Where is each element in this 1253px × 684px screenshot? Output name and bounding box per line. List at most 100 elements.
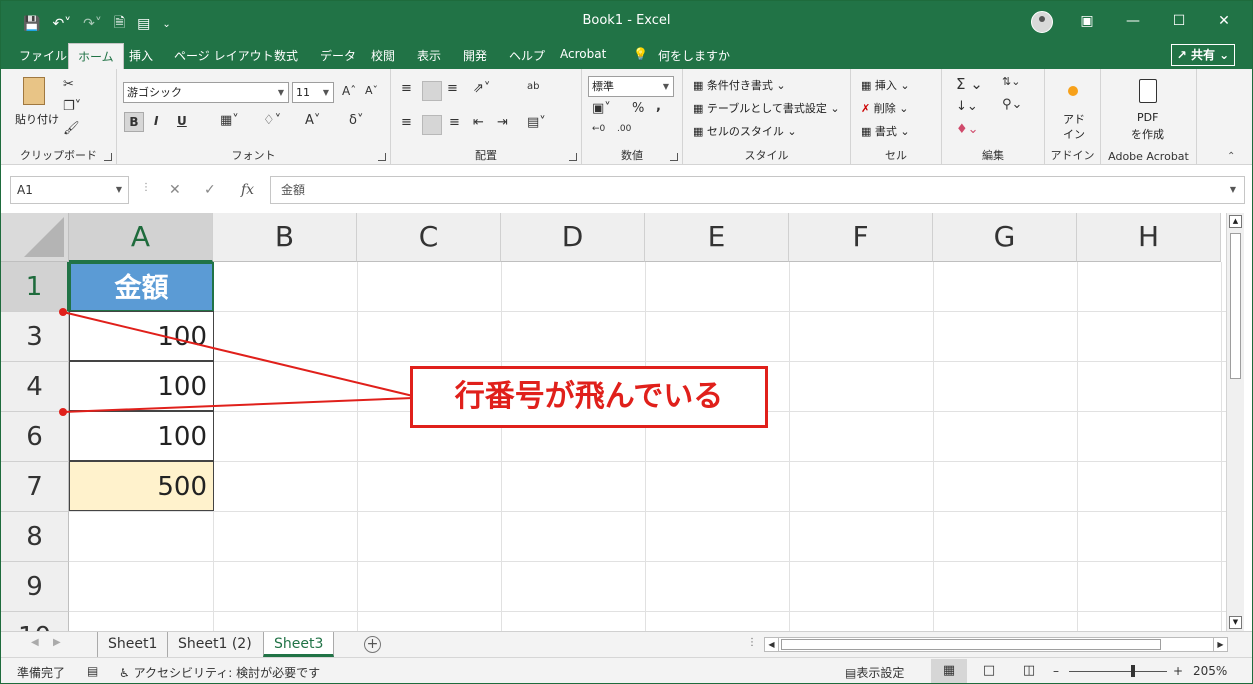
insert-cells-button[interactable]: ▦ 挿入 ⌄ bbox=[861, 77, 910, 93]
row-header[interactable]: 6 bbox=[1, 412, 69, 462]
column-header[interactable]: F bbox=[789, 213, 933, 262]
percent-button[interactable]: % bbox=[632, 101, 644, 116]
tab-home[interactable]: ホーム bbox=[68, 43, 124, 69]
sort-filter-icon[interactable]: ⇅⌄ bbox=[1002, 75, 1020, 88]
zoom-in-icon[interactable]: + bbox=[1173, 664, 1183, 678]
horizontal-scroll-thumb[interactable] bbox=[781, 639, 1161, 650]
decrease-decimal-icon[interactable]: .00 bbox=[617, 124, 631, 134]
horizontal-scrollbar[interactable]: ◀ ▶ bbox=[764, 637, 1228, 652]
tab-insert[interactable]: 挿入 bbox=[129, 47, 153, 64]
name-box[interactable]: A1 ▼ bbox=[10, 176, 129, 204]
find-select-icon[interactable]: ⚲⌄ bbox=[1002, 97, 1022, 112]
font-color-icon[interactable]: A˅ bbox=[305, 113, 320, 128]
clipboard-launcher-icon[interactable] bbox=[104, 153, 112, 161]
format-as-table-button[interactable]: ▦ テーブルとして書式設定 ⌄ bbox=[693, 100, 840, 116]
sheet-tab[interactable]: Sheet1 (2) bbox=[167, 632, 262, 657]
italic-button[interactable]: I bbox=[154, 114, 158, 128]
row-header[interactable]: 9 bbox=[1, 562, 69, 612]
zoom-out-icon[interactable]: – bbox=[1053, 664, 1059, 678]
add-sheet-icon[interactable]: + bbox=[364, 636, 381, 653]
account-avatar-icon[interactable] bbox=[1031, 11, 1053, 33]
formula-input[interactable]: 金額 ▼ bbox=[270, 176, 1245, 204]
sheet-tab-active[interactable]: Sheet3 bbox=[263, 632, 335, 657]
cell-a4[interactable]: 100 bbox=[69, 361, 214, 411]
tab-acrobat[interactable]: Acrobat bbox=[560, 47, 606, 61]
increase-font-icon[interactable]: Aˆ bbox=[342, 84, 356, 98]
zoom-slider-thumb[interactable] bbox=[1131, 665, 1135, 677]
maximize-icon[interactable]: ☐ bbox=[1169, 11, 1189, 31]
column-header[interactable]: E bbox=[645, 213, 789, 262]
tab-developer[interactable]: 開発 bbox=[463, 47, 487, 64]
share-button[interactable]: ↗ 共有 ⌄ bbox=[1171, 44, 1235, 66]
page-layout-view-icon[interactable]: □ bbox=[971, 659, 1007, 683]
decrease-indent-icon[interactable]: ⇤ bbox=[473, 115, 484, 130]
wrap-text-icon[interactable]: ab bbox=[527, 81, 539, 92]
currency-icon[interactable]: ▣˅ bbox=[592, 101, 611, 116]
scroll-left-icon[interactable]: ◀ bbox=[765, 638, 779, 651]
minimize-icon[interactable]: — bbox=[1123, 11, 1143, 31]
column-header[interactable]: C bbox=[357, 213, 501, 262]
scroll-right-icon[interactable]: ▶ bbox=[1213, 638, 1227, 651]
format-painter-icon[interactable]: 🖌 bbox=[63, 121, 80, 136]
tab-split-grip-icon[interactable]: ⋮ bbox=[747, 637, 757, 648]
copy-icon[interactable]: ❐˅ bbox=[63, 99, 81, 114]
tab-formulas[interactable]: 数式 bbox=[274, 47, 298, 64]
align-right-icon[interactable]: ≡ bbox=[449, 115, 460, 130]
tab-view[interactable]: 表示 bbox=[417, 47, 441, 64]
zoom-level[interactable]: 205% bbox=[1193, 664, 1227, 678]
tab-page-layout[interactable]: ページ レイアウト bbox=[174, 47, 274, 64]
tab-file[interactable]: ファイル bbox=[19, 47, 67, 64]
cell-a7[interactable]: 500 bbox=[69, 461, 214, 511]
row-header[interactable]: 7 bbox=[1, 462, 69, 512]
font-size-select[interactable]: 11 ▼ bbox=[292, 82, 334, 103]
row-header[interactable]: 4 bbox=[1, 362, 69, 412]
select-all-button[interactable] bbox=[1, 213, 69, 262]
align-left-icon[interactable]: ≡ bbox=[401, 115, 412, 130]
fill-color-icon[interactable]: ♢˅ bbox=[263, 113, 281, 128]
row-header[interactable]: 3 bbox=[1, 312, 69, 362]
cell-a6[interactable]: 100 bbox=[69, 411, 214, 461]
number-launcher-icon[interactable] bbox=[670, 153, 678, 161]
cut-icon[interactable]: ✂ bbox=[63, 77, 74, 92]
align-center-icon[interactable] bbox=[422, 115, 442, 135]
fill-icon[interactable]: ↓⌄ bbox=[956, 99, 978, 114]
close-icon[interactable]: ✕ bbox=[1214, 11, 1234, 31]
format-cells-button[interactable]: ▦ 書式 ⌄ bbox=[861, 123, 910, 139]
clear-icon[interactable]: ♦⌄ bbox=[956, 122, 979, 137]
merge-center-icon[interactable]: ▤˅ bbox=[527, 115, 546, 130]
tab-help[interactable]: ヘルプ bbox=[509, 47, 545, 64]
insert-function-button[interactable]: fx bbox=[241, 182, 254, 198]
cell-styles-button[interactable]: ▦ セルのスタイル ⌄ bbox=[693, 123, 797, 139]
macro-record-icon[interactable]: ▤ bbox=[87, 664, 98, 678]
ribbon-display-icon[interactable]: ▣ bbox=[1077, 11, 1097, 31]
collapse-ribbon-icon[interactable]: ⌃ bbox=[1227, 151, 1235, 162]
align-top-icon[interactable]: ≡ bbox=[401, 81, 412, 96]
sheet-tab[interactable]: Sheet1 bbox=[97, 632, 167, 657]
column-header[interactable]: D bbox=[501, 213, 645, 262]
align-bottom-icon[interactable]: ≡ bbox=[447, 81, 458, 96]
row-header[interactable]: 10 bbox=[1, 612, 69, 631]
underline-button[interactable]: U bbox=[177, 114, 187, 128]
font-launcher-icon[interactable] bbox=[378, 153, 386, 161]
border-icon[interactable]: ▦˅ bbox=[220, 113, 239, 128]
vertical-scroll-thumb[interactable] bbox=[1230, 233, 1241, 379]
prev-sheet-icon[interactable]: ◀ bbox=[31, 637, 39, 648]
row-header[interactable]: 1 bbox=[1, 262, 69, 312]
zoom-slider[interactable] bbox=[1069, 671, 1167, 672]
column-header[interactable]: B bbox=[213, 213, 357, 262]
scroll-down-icon[interactable]: ▼ bbox=[1229, 616, 1242, 629]
bold-button[interactable]: B bbox=[124, 112, 144, 132]
decrease-font-icon[interactable]: Aˇ bbox=[365, 84, 378, 97]
scroll-up-icon[interactable]: ▲ bbox=[1229, 215, 1242, 228]
increase-indent-icon[interactable]: ⇥ bbox=[497, 115, 508, 130]
cancel-icon[interactable]: ✕ bbox=[169, 182, 181, 198]
display-settings-button[interactable]: ▤表示設定 bbox=[845, 664, 904, 681]
phonetic-icon[interactable]: ẟ˅ bbox=[349, 113, 363, 128]
orientation-icon[interactable]: ⇗˅ bbox=[473, 81, 490, 96]
number-format-select[interactable]: 標準 ▼ bbox=[588, 76, 674, 97]
conditional-formatting-button[interactable]: ▦ 条件付き書式 ⌄ bbox=[693, 77, 786, 93]
cell-a3[interactable]: 100 bbox=[69, 311, 214, 361]
column-header[interactable]: G bbox=[933, 213, 1077, 262]
tab-data[interactable]: データ bbox=[320, 47, 356, 64]
accessibility-status[interactable]: ♿ アクセシビリティ: 検討が必要です bbox=[119, 664, 320, 681]
